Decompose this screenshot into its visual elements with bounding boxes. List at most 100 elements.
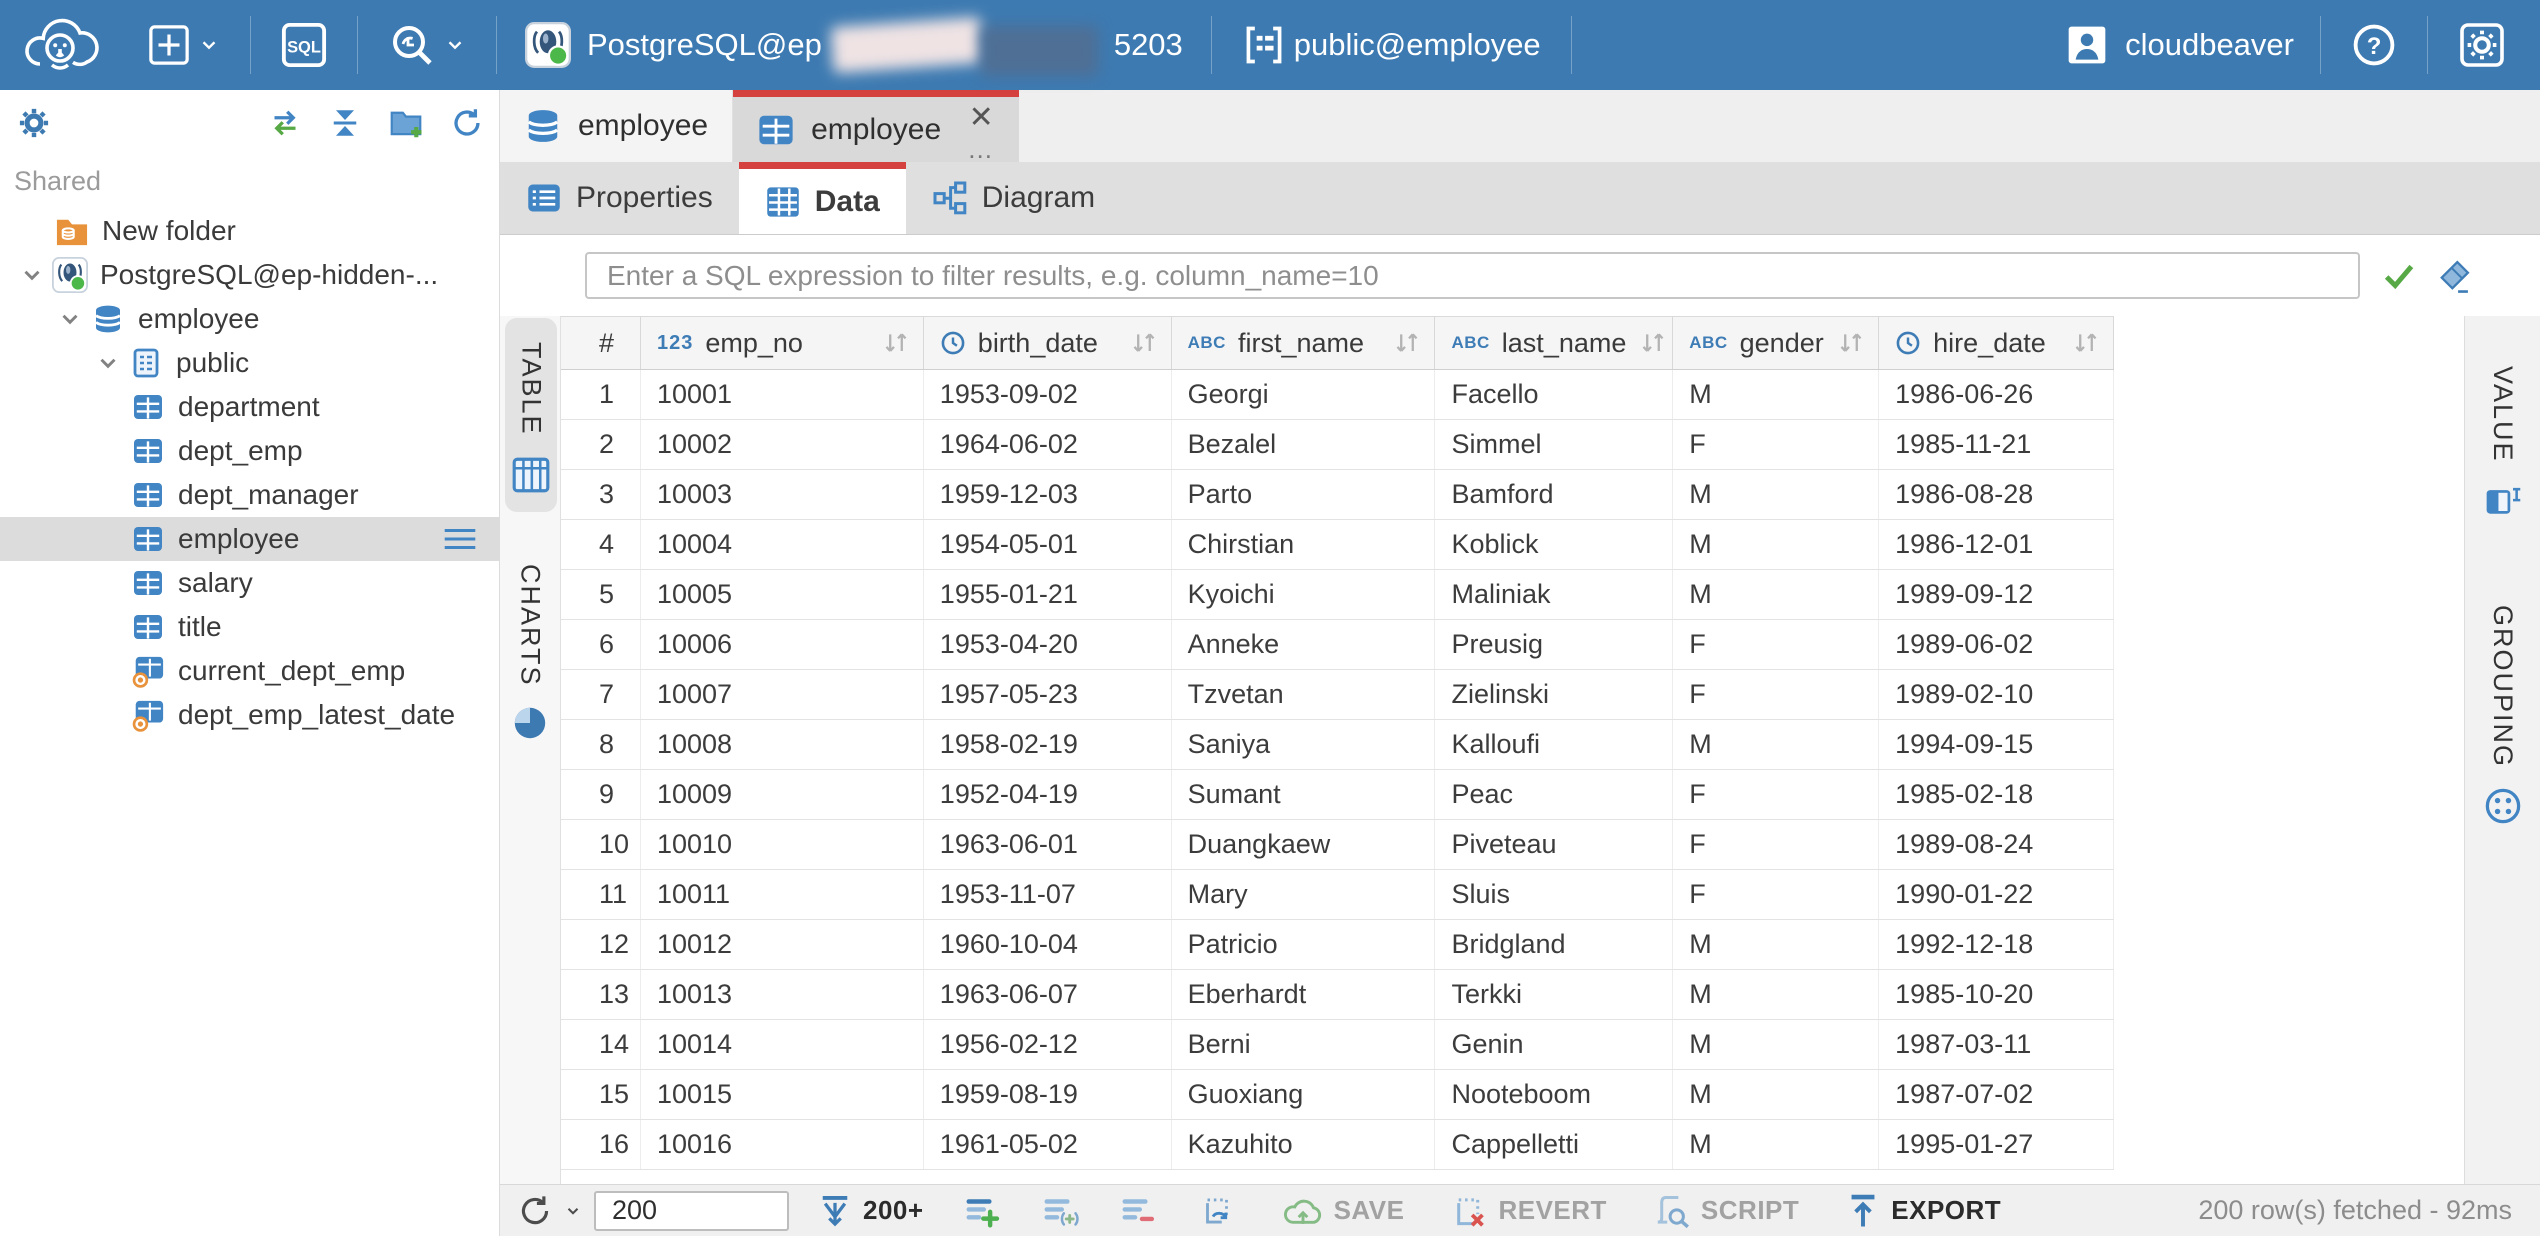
data-cell[interactable]: Bamford xyxy=(1435,470,1673,519)
data-cell[interactable]: Kalloufi xyxy=(1435,720,1673,769)
data-cell[interactable]: Facello xyxy=(1435,370,1673,419)
data-cell[interactable]: M xyxy=(1673,470,1879,519)
clear-filter-icon[interactable] xyxy=(2436,258,2472,294)
sort-icon[interactable] xyxy=(2071,330,2101,356)
data-cell[interactable]: M xyxy=(1673,970,1879,1019)
user-menu[interactable]: cloudbeaver xyxy=(2057,23,2302,67)
add-row-button[interactable] xyxy=(964,1192,1002,1230)
row-limit-input[interactable] xyxy=(594,1191,789,1231)
data-cell[interactable]: 1958-02-19 xyxy=(924,720,1172,769)
close-tab-icon[interactable]: ✕ xyxy=(969,105,994,131)
data-cell[interactable]: Chirstian xyxy=(1172,520,1436,569)
data-cell[interactable]: 10015 xyxy=(641,1070,924,1119)
tree-item-public[interactable]: public xyxy=(0,341,499,385)
tree-item-employee[interactable]: employee xyxy=(0,517,499,561)
data-cell[interactable]: F xyxy=(1673,420,1879,469)
tab-properties[interactable]: Properties xyxy=(500,162,739,234)
data-cell[interactable]: 1955-01-21 xyxy=(924,570,1172,619)
data-cell[interactable]: M xyxy=(1673,920,1879,969)
search-connection-button[interactable] xyxy=(376,0,478,90)
data-cell[interactable]: 10007 xyxy=(641,670,924,719)
active-connection-selector[interactable]: PostgreSQL@ep 5203 xyxy=(515,0,1193,90)
data-cell[interactable]: Zielinski xyxy=(1435,670,1673,719)
data-cell[interactable]: Piveteau xyxy=(1435,820,1673,869)
data-cell[interactable]: F xyxy=(1673,770,1879,819)
data-cell[interactable]: 1963-06-01 xyxy=(924,820,1172,869)
data-cell[interactable]: 1964-06-02 xyxy=(924,420,1172,469)
data-cell[interactable]: 1953-09-02 xyxy=(924,370,1172,419)
data-cell[interactable]: 1963-06-07 xyxy=(924,970,1172,1019)
tab-employee-database[interactable]: employee xyxy=(500,90,733,162)
revert-selected-button[interactable] xyxy=(1198,1192,1236,1230)
data-cell[interactable]: 1989-08-24 xyxy=(1879,820,2114,869)
data-cell[interactable]: Anneke xyxy=(1172,620,1436,669)
data-cell[interactable]: Cappelletti xyxy=(1435,1120,1673,1169)
tab-data[interactable]: Data xyxy=(739,162,906,234)
refresh-result-button[interactable] xyxy=(516,1192,582,1230)
data-cell[interactable]: 1952-04-19 xyxy=(924,770,1172,819)
panel-tab-value[interactable]: VALUE xyxy=(2483,342,2523,537)
data-cell[interactable]: 1985-02-18 xyxy=(1879,770,2114,819)
tab-diagram[interactable]: Diagram xyxy=(906,162,1121,234)
tree-item-new-folder[interactable]: New folder xyxy=(0,209,499,253)
sort-icon[interactable] xyxy=(1638,330,1668,356)
column-header-first_name[interactable]: ABCfirst_name xyxy=(1172,317,1436,369)
tree-item-postgresql-ep-hidden-[interactable]: PostgreSQL@ep-hidden-... xyxy=(0,253,499,297)
data-cell[interactable]: 10006 xyxy=(641,620,924,669)
schema-selector[interactable]: public@employee xyxy=(1230,0,1553,90)
data-cell[interactable]: M xyxy=(1673,1020,1879,1069)
data-cell[interactable]: 1985-11-21 xyxy=(1879,420,2114,469)
data-cell[interactable]: M xyxy=(1673,1120,1879,1169)
chevron-down-icon[interactable] xyxy=(52,306,88,332)
data-cell[interactable]: Maliniak xyxy=(1435,570,1673,619)
data-cell[interactable]: 1957-05-23 xyxy=(924,670,1172,719)
tree-item-current-dept-emp[interactable]: current_dept_emp xyxy=(0,649,499,693)
data-cell[interactable]: Bridgland xyxy=(1435,920,1673,969)
data-cell[interactable]: Georgi xyxy=(1172,370,1436,419)
delete-row-button[interactable] xyxy=(1120,1192,1158,1230)
data-cell[interactable]: 10016 xyxy=(641,1120,924,1169)
help-button[interactable]: ? xyxy=(2339,0,2409,90)
sort-icon[interactable] xyxy=(881,330,911,356)
data-cell[interactable]: Berni xyxy=(1172,1020,1436,1069)
data-cell[interactable]: 10005 xyxy=(641,570,924,619)
data-cell[interactable]: 1961-05-02 xyxy=(924,1120,1172,1169)
data-cell[interactable]: F xyxy=(1673,870,1879,919)
data-cell[interactable]: 10011 xyxy=(641,870,924,919)
data-cell[interactable]: 1994-09-15 xyxy=(1879,720,2114,769)
data-cell[interactable]: 1986-06-26 xyxy=(1879,370,2114,419)
data-cell[interactable]: 1992-12-18 xyxy=(1879,920,2114,969)
data-cell[interactable]: 1989-09-12 xyxy=(1879,570,2114,619)
data-cell[interactable]: 1986-08-28 xyxy=(1879,470,2114,519)
data-cell[interactable]: Patricio xyxy=(1172,920,1436,969)
data-cell[interactable]: Terkki xyxy=(1435,970,1673,1019)
tab-options-icon[interactable]: … xyxy=(967,142,995,156)
data-cell[interactable]: Nooteboom xyxy=(1435,1070,1673,1119)
tree-item-title[interactable]: title xyxy=(0,605,499,649)
data-cell[interactable]: 1953-04-20 xyxy=(924,620,1172,669)
data-cell[interactable]: 10001 xyxy=(641,370,924,419)
item-menu-icon[interactable] xyxy=(443,527,477,551)
presentation-tab-charts[interactable]: CHARTS xyxy=(500,540,560,759)
data-cell[interactable]: M xyxy=(1673,1070,1879,1119)
sort-icon[interactable] xyxy=(1392,330,1422,356)
data-cell[interactable]: Sluis xyxy=(1435,870,1673,919)
data-cell[interactable]: 10014 xyxy=(641,1020,924,1069)
chevron-down-icon[interactable] xyxy=(90,350,126,376)
presentation-tab-table[interactable]: TABLE xyxy=(505,318,557,512)
duplicate-row-button[interactable] xyxy=(1042,1192,1080,1230)
data-cell[interactable]: Kazuhito xyxy=(1172,1120,1436,1169)
column-header-gender[interactable]: ABCgender xyxy=(1673,317,1879,369)
column-header-hire_date[interactable]: hire_date xyxy=(1879,317,2114,369)
data-cell[interactable]: Eberhardt xyxy=(1172,970,1436,1019)
script-button[interactable]: SCRIPT xyxy=(1653,1192,1799,1230)
tree-item-salary[interactable]: salary xyxy=(0,561,499,605)
tab-employee-table[interactable]: employee ✕ … xyxy=(733,90,1019,162)
tree-item-dept-emp[interactable]: dept_emp xyxy=(0,429,499,473)
data-cell[interactable]: Bezalel xyxy=(1172,420,1436,469)
data-cell[interactable]: Sumant xyxy=(1172,770,1436,819)
data-cell[interactable]: 1986-12-01 xyxy=(1879,520,2114,569)
data-cell[interactable]: 10009 xyxy=(641,770,924,819)
data-cell[interactable]: F xyxy=(1673,820,1879,869)
column-header-emp_no[interactable]: 123emp_no xyxy=(641,317,924,369)
